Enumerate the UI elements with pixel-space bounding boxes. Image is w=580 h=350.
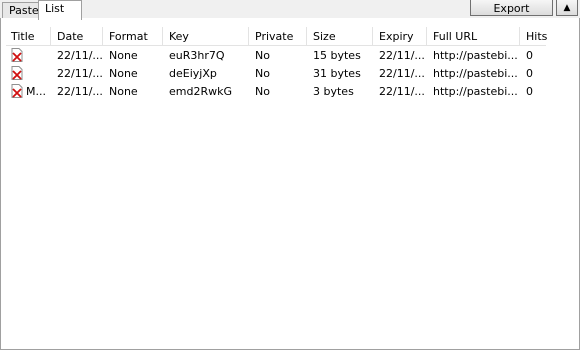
collapse-button[interactable]: ▲	[556, 0, 578, 16]
private-cell: No	[255, 85, 270, 98]
document-error-icon	[11, 48, 23, 62]
tab-strip: Paste List Export ▲	[0, 0, 580, 20]
column-header-hits[interactable]: Hits	[521, 27, 561, 45]
expiry-cell: 22/11/...	[379, 67, 425, 80]
tab-paste[interactable]: Paste	[2, 2, 41, 18]
key-cell: euR3hr7Q	[169, 49, 225, 62]
key-cell: emd2RwkG	[169, 85, 232, 98]
column-header-private[interactable]: Private	[250, 27, 307, 45]
column-header-expiry[interactable]: Expiry	[374, 27, 427, 45]
date-cell: 22/11/...	[57, 49, 103, 62]
private-cell: No	[255, 49, 270, 62]
column-header-date[interactable]: Date	[52, 27, 103, 45]
column-header-format[interactable]: Format	[104, 27, 163, 45]
title-cell	[6, 47, 51, 64]
url-cell: http://pastebi...	[433, 49, 518, 62]
format-cell: None	[109, 85, 138, 98]
date-cell: 22/11/...	[57, 85, 103, 98]
expiry-cell: 22/11/...	[379, 85, 425, 98]
format-cell: None	[109, 67, 138, 80]
format-cell: None	[109, 49, 138, 62]
hits-cell: 0	[526, 85, 533, 98]
key-cell: deEiyjXp	[169, 67, 217, 80]
private-cell: No	[255, 67, 270, 80]
column-header-size[interactable]: Size	[308, 27, 373, 45]
table-header: Title Date Format Key Private Size Expir…	[6, 27, 547, 46]
column-header-full-url[interactable]: Full URL	[428, 27, 520, 45]
table-row[interactable]: 22/11/... None euR3hr7Q No 15 bytes 22/1…	[6, 47, 546, 64]
tab-list[interactable]: List	[38, 0, 82, 20]
chevron-up-icon: ▲	[563, 3, 571, 13]
url-cell: http://pastebi...	[433, 85, 518, 98]
expiry-cell: 22/11/...	[379, 49, 425, 62]
hits-cell: 0	[526, 67, 533, 80]
url-cell: http://pastebi...	[433, 67, 518, 80]
column-header-title[interactable]: Title	[6, 27, 51, 45]
document-error-icon	[11, 84, 23, 98]
export-button[interactable]: Export	[470, 0, 553, 16]
table-row[interactable]: M... 22/11/... None emd2RwkG No 3 bytes …	[6, 83, 546, 100]
column-header-key[interactable]: Key	[164, 27, 249, 45]
list-panel: Title Date Format Key Private Size Expir…	[0, 18, 580, 350]
date-cell: 22/11/...	[57, 67, 103, 80]
hits-cell: 0	[526, 49, 533, 62]
size-cell: 3 bytes	[313, 85, 354, 98]
size-cell: 31 bytes	[313, 67, 361, 80]
table-row[interactable]: 22/11/... None deEiyjXp No 31 bytes 22/1…	[6, 65, 546, 82]
size-cell: 15 bytes	[313, 49, 361, 62]
document-error-icon	[11, 66, 23, 80]
title-cell: M...	[6, 83, 51, 100]
title-cell	[6, 65, 51, 82]
